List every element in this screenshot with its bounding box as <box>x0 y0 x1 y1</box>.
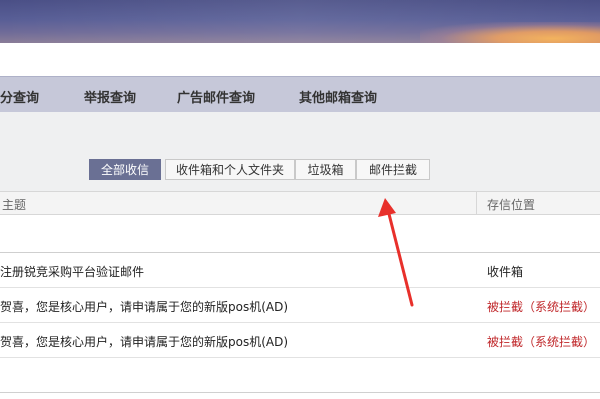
arrow-shaft <box>387 212 414 307</box>
red-arrow-annotation <box>378 198 414 307</box>
arrow-head-icon <box>378 198 396 217</box>
